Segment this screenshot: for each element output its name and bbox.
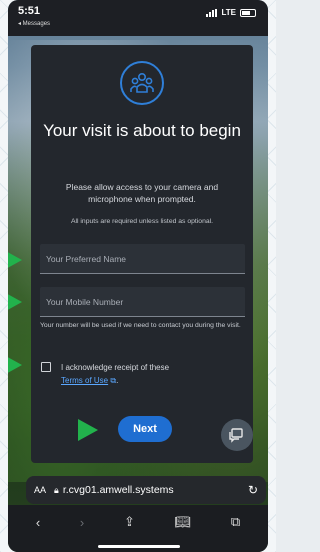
phone-hint: Your number will be used if we need to c…	[40, 322, 241, 329]
arrow-marker-checkbox	[8, 354, 22, 376]
arrow-marker-phone	[8, 291, 22, 313]
reload-icon[interactable]: ↻	[248, 483, 258, 497]
chat-icon[interactable]	[221, 419, 253, 451]
signal-icon	[206, 8, 218, 17]
url-text[interactable]: r.cvg01.amwell.systems	[63, 484, 248, 496]
home-indicator[interactable]	[98, 545, 180, 548]
tabs-icon[interactable]: ⧉	[231, 514, 240, 530]
acknowledge-text: I acknowledge receipt of these	[61, 363, 170, 372]
back-to-messages[interactable]: ◂ Messages	[18, 20, 50, 27]
terms-of-use-link[interactable]: Terms of Use	[61, 376, 108, 385]
status-bar: 5:51 ◂ Messages LTE	[8, 0, 268, 36]
visit-card: Your visit is about to begin Please allo…	[31, 45, 253, 463]
patients-icon	[120, 61, 164, 105]
share-icon[interactable]: ⇪	[124, 514, 135, 530]
status-indicators: LTE	[206, 8, 256, 17]
required-note: All inputs are required unless listed as…	[70, 218, 214, 225]
battery-icon	[240, 8, 256, 17]
mobile-number-input[interactable]: Your Mobile Number	[40, 287, 245, 317]
arrow-marker-name	[8, 249, 22, 271]
preferred-name-input[interactable]: Your Preferred Name	[40, 244, 245, 274]
back-icon[interactable]: ‹	[36, 515, 40, 530]
phone-screen: 5:51 ◂ Messages LTE Your visit is about …	[8, 0, 268, 552]
browser-toolbar: ‹ › ⇪ 📖︎ ⧉	[8, 505, 268, 539]
url-bar[interactable]: AA 🔒︎ r.cvg01.amwell.systems ↻	[26, 476, 266, 504]
carrier-label: LTE	[221, 8, 236, 17]
reader-aa-button[interactable]: AA	[34, 485, 46, 495]
acknowledge-checkbox[interactable]	[41, 362, 51, 372]
acknowledge-label: I acknowledge receipt of these Terms of …	[61, 363, 170, 385]
bookmarks-icon[interactable]: 📖︎	[175, 514, 192, 530]
status-time: 5:51	[18, 5, 41, 17]
permission-description: Please allow access to your camera and m…	[65, 182, 219, 204]
forward-icon[interactable]: ›	[80, 515, 84, 530]
lock-icon: 🔒︎	[54, 484, 59, 495]
arrow-marker-next	[78, 419, 98, 441]
page-title: Your visit is about to begin	[43, 121, 241, 140]
next-button[interactable]: Next	[118, 416, 172, 442]
